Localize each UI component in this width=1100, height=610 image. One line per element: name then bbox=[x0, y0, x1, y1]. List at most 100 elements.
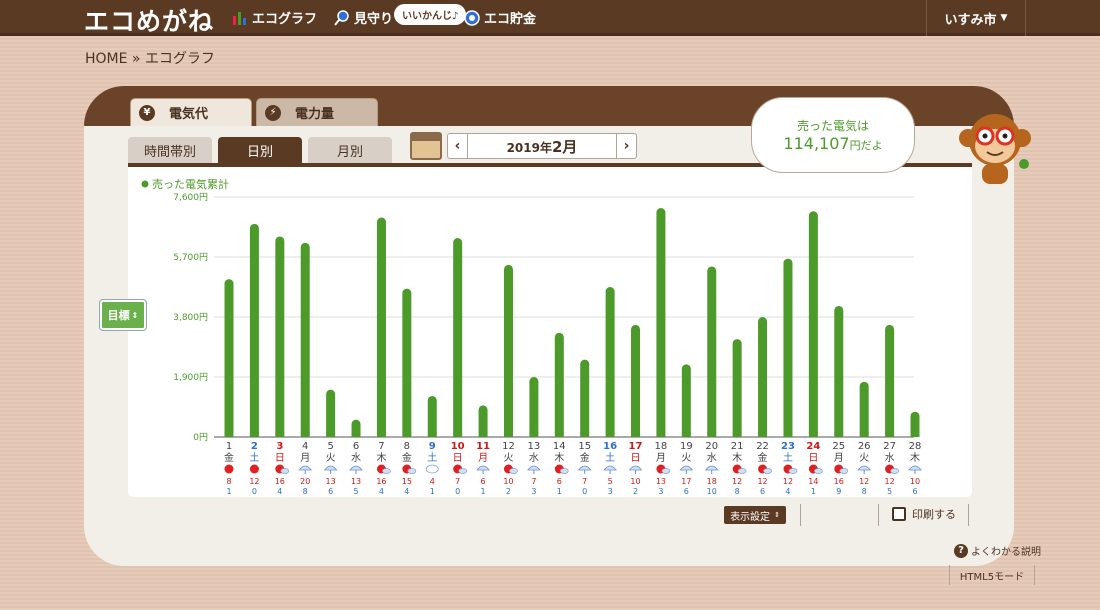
cloud-weather-icon bbox=[763, 468, 772, 474]
city-selector[interactable]: いすみ市 ▼ bbox=[926, 0, 1026, 36]
x-tick-weekday: 水 bbox=[529, 452, 539, 464]
calendar-icon[interactable] bbox=[410, 132, 442, 160]
bar bbox=[427, 395, 437, 437]
x-tick-weekday: 土 bbox=[249, 451, 259, 464]
tab-electricity-cost-label: 電気代 bbox=[169, 107, 209, 122]
x-tick-day: 7 bbox=[378, 441, 384, 452]
period-tabs: 時間帯別 日別 月別 bbox=[128, 137, 392, 163]
bar-base bbox=[783, 432, 793, 437]
next-month-button[interactable]: › bbox=[616, 134, 636, 158]
rain-weather-icon bbox=[628, 465, 643, 471]
tab-electricity-amount[interactable]: ⚡ 電力量 bbox=[256, 98, 378, 126]
high-temp-label: 20 bbox=[300, 477, 310, 486]
x-tick-day: 9 bbox=[429, 441, 436, 452]
cloud-weather-icon bbox=[839, 468, 849, 474]
html5-mode-link[interactable]: HTML5モード bbox=[949, 565, 1035, 585]
high-temp-label: 5 bbox=[608, 477, 613, 486]
bar-base bbox=[402, 432, 412, 437]
tab-electricity-amount-label: 電力量 bbox=[295, 107, 335, 122]
tab-daily[interactable]: 日別 bbox=[218, 137, 302, 163]
cloud-weather-icon bbox=[382, 468, 391, 474]
x-tick-weekday: 日 bbox=[808, 453, 818, 464]
y-tick-label: 3,800円 bbox=[173, 312, 208, 323]
x-tick-day: 4 bbox=[302, 441, 308, 452]
current-month-label: 2019年2月 bbox=[468, 136, 616, 157]
divider bbox=[968, 504, 969, 526]
x-tick-day: 26 bbox=[858, 441, 871, 452]
nav-eco-graph[interactable]: エコグラフ bbox=[232, 8, 317, 27]
cloud-weather-icon bbox=[737, 468, 747, 474]
bar-base bbox=[580, 432, 590, 437]
low-temp-label: 6 bbox=[760, 487, 765, 496]
help-link-label: よくわかる説明 bbox=[971, 547, 1041, 558]
target-button[interactable]: 目標 ⇕ bbox=[100, 300, 146, 330]
high-temp-label: 17 bbox=[681, 477, 691, 486]
rain-weather-icon bbox=[527, 465, 541, 471]
high-temp-label: 12 bbox=[884, 477, 894, 486]
piggy-coin-icon bbox=[464, 9, 480, 26]
speech-amount-line: 114,107円だよ bbox=[783, 134, 882, 153]
low-temp-label: 8 bbox=[862, 487, 867, 496]
help-link[interactable]: ? よくわかる説明 bbox=[954, 543, 1041, 558]
cloud-weather-icon bbox=[407, 468, 417, 474]
x-tick-weekday: 金 bbox=[758, 451, 768, 464]
rain-weather-icon bbox=[603, 465, 617, 471]
high-temp-label: 12 bbox=[732, 477, 742, 486]
updown-icon: ⇕ bbox=[774, 511, 780, 519]
printer-icon bbox=[892, 507, 906, 521]
x-tick-weekday: 土 bbox=[605, 451, 615, 464]
bar bbox=[376, 217, 386, 437]
x-tick-weekday: 日 bbox=[275, 453, 285, 464]
print-button-label: 印刷する bbox=[912, 508, 956, 521]
low-temp-label: 0 bbox=[455, 487, 460, 496]
nav-mimamori[interactable]: 見守り bbox=[334, 8, 393, 27]
bar-base bbox=[554, 432, 564, 437]
chart-panel: 売った電気累計 0円 1,900円 3,800円 5,700円 7,600円 1 金 8 1 2 土 1… bbox=[128, 163, 972, 497]
bar-base bbox=[300, 432, 310, 437]
low-temp-label: 5 bbox=[353, 487, 358, 496]
tab-electricity-cost[interactable]: ¥ 電気代 bbox=[130, 98, 252, 126]
low-temp-label: 4 bbox=[277, 487, 282, 496]
nav-eco-savings[interactable]: エコ貯金 bbox=[464, 8, 536, 27]
bar-base bbox=[605, 432, 615, 437]
print-button[interactable]: 印刷する bbox=[892, 506, 956, 522]
display-settings-label: 表示設定 bbox=[730, 511, 771, 523]
x-tick-day: 6 bbox=[353, 441, 359, 452]
x-tick-weekday: 木 bbox=[554, 452, 564, 464]
prev-month-button[interactable]: ‹ bbox=[448, 134, 468, 158]
high-temp-label: 7 bbox=[582, 477, 587, 486]
bar-base bbox=[707, 432, 717, 437]
x-tick-day: 11 bbox=[476, 441, 490, 452]
high-temp-label: 16 bbox=[275, 477, 285, 486]
low-temp-label: 8 bbox=[303, 487, 308, 496]
high-temp-label: 14 bbox=[808, 477, 818, 486]
app-logo[interactable]: エコめがね bbox=[84, 2, 214, 38]
tab-monthly[interactable]: 月別 bbox=[308, 137, 392, 163]
high-temp-label: 16 bbox=[834, 477, 844, 486]
high-temp-label: 6 bbox=[557, 477, 562, 486]
bar-base bbox=[351, 432, 361, 437]
nav-eco-graph-label: エコグラフ bbox=[252, 12, 318, 27]
status-bubble: いいかんじ♪ bbox=[394, 4, 467, 25]
cloud-weather-icon bbox=[661, 468, 671, 474]
x-tick-day: 2 bbox=[251, 441, 258, 452]
high-temp-label: 7 bbox=[455, 477, 460, 486]
x-tick-weekday: 火 bbox=[326, 452, 336, 464]
x-tick-weekday: 水 bbox=[351, 452, 361, 464]
x-tick-day: 13 bbox=[528, 441, 541, 452]
bar-base bbox=[808, 432, 818, 437]
x-tick-weekday: 日 bbox=[631, 453, 641, 464]
x-tick-weekday: 木 bbox=[910, 452, 920, 464]
bar bbox=[580, 359, 590, 437]
high-temp-label: 15 bbox=[402, 477, 412, 486]
low-temp-label: 1 bbox=[811, 487, 816, 496]
tab-hourly[interactable]: 時間帯別 bbox=[128, 137, 212, 163]
high-temp-label: 10 bbox=[503, 477, 513, 486]
bar bbox=[326, 389, 336, 437]
bar-base bbox=[275, 432, 285, 437]
x-tick-weekday: 土 bbox=[783, 451, 793, 464]
rain-weather-icon bbox=[704, 465, 719, 471]
display-settings-button[interactable]: 表示設定 ⇕ bbox=[724, 506, 786, 524]
bar bbox=[529, 377, 539, 437]
rain-weather-icon bbox=[857, 465, 871, 471]
